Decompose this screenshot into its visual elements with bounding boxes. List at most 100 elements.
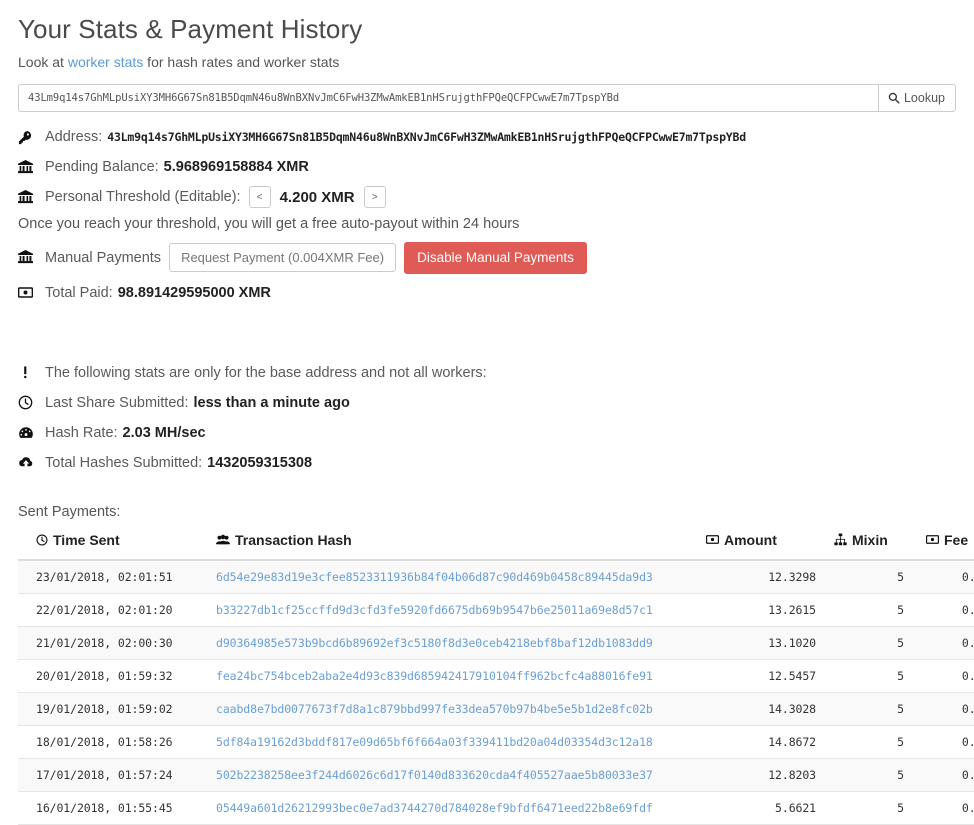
hash-rate-label: Hash Rate: — [45, 425, 118, 441]
cell-fee: 0.000 — [926, 560, 974, 594]
transaction-hash-link[interactable]: caabd8e7bd0077673f7d8a1c879bbd997fe33dea… — [216, 702, 653, 716]
bank-icon — [18, 160, 38, 175]
pending-balance-value: 5.968969158884 XMR — [164, 159, 309, 175]
users-icon — [216, 534, 230, 546]
column-header-fee[interactable]: Fee — [926, 532, 974, 561]
column-header-label: Transaction Hash — [235, 532, 352, 548]
stat-row-manual-payments: Manual Payments Request Payment (0.004XM… — [18, 242, 956, 274]
last-share-value: less than a minute ago — [193, 395, 349, 411]
column-header-label: Fee — [944, 532, 968, 548]
cell-amount: 12.8203 — [706, 759, 834, 792]
sitemap-icon — [834, 533, 847, 546]
cell-amount: 14.3028 — [706, 693, 834, 726]
table-header-row: Time Sent — [18, 532, 974, 561]
table-row: 19/01/2018, 01:59:02caabd8e7bd0077673f7d… — [18, 693, 974, 726]
cell-transaction-hash: fea24bc754bceb2aba2e4d93c839d68594241791… — [216, 660, 706, 693]
lookup-button-label: Lookup — [904, 91, 945, 105]
cell-amount: 5.6621 — [706, 792, 834, 825]
cloud-upload-icon — [18, 455, 38, 470]
lookup-button[interactable]: Lookup — [878, 84, 956, 112]
page-title: Your Stats & Payment History — [18, 0, 956, 45]
address-lookup-row: Lookup — [18, 84, 956, 112]
cell-transaction-hash: 6d54e29e83d19e3cfee8523311936b84f04b06d8… — [216, 560, 706, 594]
cell-time-sent: 16/01/2018, 01:55:45 — [18, 792, 216, 825]
stat-row-total-hashes: Total Hashes Submitted: 1432059315308 — [18, 452, 956, 474]
payments-table-body: 23/01/2018, 02:01:516d54e29e83d19e3cfee8… — [18, 560, 974, 825]
cell-time-sent: 18/01/2018, 01:58:26 — [18, 726, 216, 759]
column-header-mixin[interactable]: Mixin — [834, 532, 926, 561]
stat-row-address: Address: 43Lm9q14s7GhMLpUsiXY3MH6G67Sn81… — [18, 126, 956, 148]
cell-time-sent: 19/01/2018, 01:59:02 — [18, 693, 216, 726]
threshold-stepper: < 4.200 XMR > — [249, 186, 386, 208]
payments-table: Time Sent — [18, 532, 974, 825]
transaction-hash-link[interactable]: b33227db1cf25ccffd9d3cfd3fe5920fd6675db6… — [216, 603, 653, 617]
cell-time-sent: 17/01/2018, 01:57:24 — [18, 759, 216, 792]
threshold-increment-button[interactable]: > — [364, 186, 386, 208]
stat-row-base-notice: The following stats are only for the bas… — [18, 362, 956, 384]
table-row: 22/01/2018, 02:01:20b33227db1cf25ccffd9d… — [18, 594, 974, 627]
cell-time-sent: 21/01/2018, 02:00:30 — [18, 627, 216, 660]
stats-page: Your Stats & Payment History Look at wor… — [0, 0, 974, 825]
cell-mixin: 5 — [834, 792, 926, 825]
stat-row-personal-threshold: Personal Threshold (Editable): < 4.200 X… — [18, 186, 956, 208]
table-row: 21/01/2018, 02:00:30d90364985e573b9bcd6b… — [18, 627, 974, 660]
transaction-hash-link[interactable]: 6d54e29e83d19e3cfee8523311936b84f04b06d8… — [216, 570, 653, 584]
column-header-amount[interactable]: Amount — [706, 532, 834, 561]
pending-balance-label: Pending Balance: — [45, 159, 159, 175]
tachometer-icon — [18, 425, 38, 440]
hash-rate-value: 2.03 MH/sec — [123, 425, 206, 441]
worker-stats-link[interactable]: worker stats — [68, 54, 143, 70]
table-row: 18/01/2018, 01:58:265df84a19162d3bddf817… — [18, 726, 974, 759]
column-header-transaction-hash[interactable]: Transaction Hash — [216, 532, 706, 561]
cell-fee: 0.000 — [926, 759, 974, 792]
sent-payments-title: Sent Payments: — [18, 504, 956, 520]
cell-amount: 13.1020 — [706, 627, 834, 660]
cell-fee: 0.000 — [926, 726, 974, 759]
account-stats-block: Address: 43Lm9q14s7GhMLpUsiXY3MH6G67Sn81… — [18, 126, 956, 304]
total-hashes-value: 1432059315308 — [207, 455, 312, 471]
cell-amount: 12.5457 — [706, 660, 834, 693]
money-icon — [18, 285, 38, 300]
page-subtitle: Look at worker stats for hash rates and … — [18, 54, 956, 70]
clock-icon — [36, 534, 48, 546]
cell-fee: 0.000 — [926, 627, 974, 660]
transaction-hash-link[interactable]: fea24bc754bceb2aba2e4d93c839d68594241791… — [216, 669, 653, 683]
disable-manual-payments-button[interactable]: Disable Manual Payments — [404, 242, 587, 274]
cell-transaction-hash: 502b2238258ee3f244d6026c6d17f0140d833620… — [216, 759, 706, 792]
column-header-label: Mixin — [852, 532, 888, 548]
threshold-note: Once you reach your threshold, you will … — [18, 216, 956, 232]
transaction-hash-link[interactable]: 05449a601d26212993bec0e7ad3744270d784028… — [216, 801, 653, 815]
cell-amount: 12.3298 — [706, 560, 834, 594]
request-payment-button[interactable]: Request Payment (0.004XMR Fee) — [169, 243, 396, 272]
transaction-hash-link[interactable]: 5df84a19162d3bddf817e09d65bf6f664a03f339… — [216, 735, 653, 749]
column-header-label: Amount — [724, 532, 777, 548]
money-icon — [926, 533, 939, 546]
transaction-hash-link[interactable]: 502b2238258ee3f244d6026c6d17f0140d833620… — [216, 768, 653, 782]
bank-icon — [18, 250, 38, 265]
payments-table-head: Time Sent — [18, 532, 974, 561]
column-header-time-sent[interactable]: Time Sent — [18, 532, 216, 561]
cell-time-sent: 22/01/2018, 02:01:20 — [18, 594, 216, 627]
transaction-hash-link[interactable]: d90364985e573b9bcd6b89692ef3c5180f8d3e0c… — [216, 636, 653, 650]
cell-mixin: 5 — [834, 560, 926, 594]
cell-transaction-hash: d90364985e573b9bcd6b89692ef3c5180f8d3e0c… — [216, 627, 706, 660]
cell-transaction-hash: b33227db1cf25ccffd9d3cfd3fe5920fd6675db6… — [216, 594, 706, 627]
cell-fee: 0.000 — [926, 792, 974, 825]
cell-amount: 13.2615 — [706, 594, 834, 627]
stat-row-hash-rate: Hash Rate: 2.03 MH/sec — [18, 422, 956, 444]
cell-mixin: 5 — [834, 660, 926, 693]
base-stats-notice-text: The following stats are only for the bas… — [45, 365, 487, 381]
table-row: 20/01/2018, 01:59:32fea24bc754bceb2aba2e… — [18, 660, 974, 693]
address-input[interactable] — [18, 84, 878, 112]
cell-mixin: 5 — [834, 594, 926, 627]
search-icon — [888, 92, 900, 104]
cell-time-sent: 23/01/2018, 02:01:51 — [18, 560, 216, 594]
exclamation-icon — [18, 365, 38, 380]
stat-row-last-share: Last Share Submitted: less than a minute… — [18, 392, 956, 414]
cell-transaction-hash: 5df84a19162d3bddf817e09d65bf6f664a03f339… — [216, 726, 706, 759]
cell-fee: 0.000 — [926, 693, 974, 726]
threshold-decrement-button[interactable]: < — [249, 186, 271, 208]
cell-transaction-hash: 05449a601d26212993bec0e7ad3744270d784028… — [216, 792, 706, 825]
cell-time-sent: 20/01/2018, 01:59:32 — [18, 660, 216, 693]
cell-mixin: 5 — [834, 627, 926, 660]
